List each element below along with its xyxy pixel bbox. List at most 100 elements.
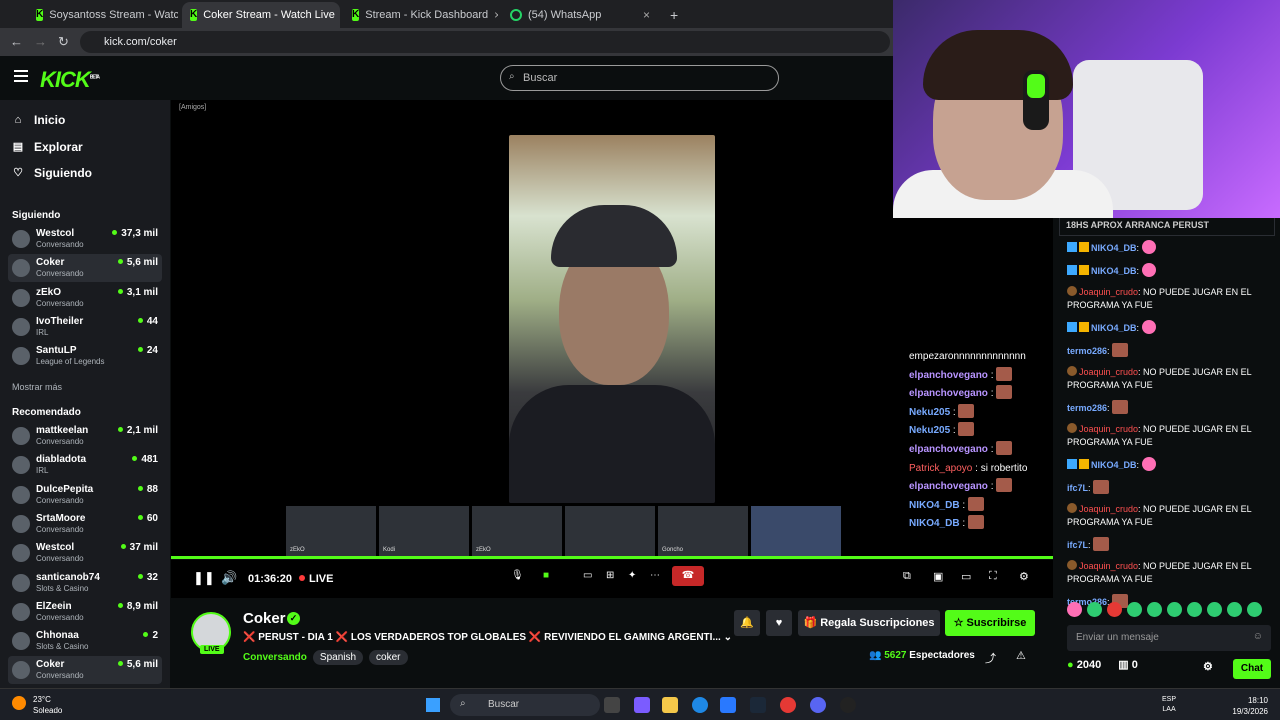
sidebar-channel-item[interactable]: zEkO Conversando 3,1 mil	[8, 284, 162, 312]
obs-icon[interactable]	[840, 697, 856, 713]
chat-input[interactable]: Enviar un mensaje ☺	[1067, 625, 1271, 651]
camera-icon[interactable]: ■	[543, 570, 549, 581]
subscribe-button[interactable]: ☆ Suscribirse	[945, 610, 1035, 636]
task-view-icon[interactable]	[604, 697, 620, 713]
sidebar-channel-item[interactable]: Coker Conversando 5,6 mil	[8, 656, 162, 685]
fullscreen-icon[interactable]: ⛶	[989, 570, 997, 583]
close-tab-icon[interactable]: ×	[494, 8, 498, 22]
sidebar-channel-item[interactable]: Chhonaa Slots & Casino 2	[8, 627, 162, 655]
sidebar-channel-item[interactable]: Westcol Conversando 37,3 mil	[8, 225, 162, 253]
chat-message[interactable]: termo286:	[1067, 343, 1277, 358]
store-icon[interactable]	[720, 697, 736, 713]
emote-icon[interactable]	[1207, 602, 1222, 617]
url-field[interactable]: kick.com/coker	[80, 31, 890, 53]
emote-icon[interactable]	[1107, 602, 1122, 617]
participant-thumb[interactable]	[565, 506, 655, 556]
steam-icon[interactable]	[750, 697, 766, 713]
participant-thumb[interactable]: Kodi	[379, 506, 469, 556]
grid-icon[interactable]: ⊞	[606, 570, 614, 581]
emote-icon[interactable]	[1247, 602, 1262, 617]
forward-icon[interactable]: →	[34, 34, 47, 49]
sidebar-channel-item[interactable]: Coker Conversando 5,6 mil	[8, 254, 162, 283]
chat-message[interactable]: NIKO4_DB:	[1067, 263, 1277, 278]
points-count[interactable]: 2040	[1077, 659, 1101, 671]
chat-settings-icon[interactable]: ⚙	[1203, 660, 1213, 673]
notification-bell-icon[interactable]: 🔔	[734, 610, 760, 636]
chat-message[interactable]: NIKO4_DB:	[1067, 240, 1277, 255]
windows-start-icon[interactable]	[426, 698, 440, 712]
chrome-icon[interactable]	[780, 697, 796, 713]
follow-heart-icon[interactable]: ♥	[766, 610, 792, 636]
participant-thumb[interactable]: zEkO	[286, 506, 376, 556]
emote-icon[interactable]	[1187, 602, 1202, 617]
nav-explorar[interactable]: ▤ Explorar	[12, 140, 83, 154]
chevron-down-icon[interactable]: ⌄	[724, 632, 732, 643]
chat-message[interactable]: ifc7L:	[1067, 480, 1277, 495]
emote-icon[interactable]	[1067, 602, 1082, 617]
participant-thumb[interactable]: zEkO	[472, 506, 562, 556]
sidebar-channel-item[interactable]: DulcePepita Conversando 88	[8, 481, 162, 509]
file-explorer-icon[interactable]	[662, 697, 678, 713]
sidebar-channel-item[interactable]: SantuLP League of Legends 24	[8, 342, 162, 370]
chat-message[interactable]: Joaquin_crudo: NO PUEDE JUGAR EN EL PROG…	[1067, 560, 1277, 586]
system-clock[interactable]: 18:10 19/3/2026	[1224, 695, 1268, 717]
chat-message[interactable]: Joaquin_crudo: NO PUEDE JUGAR EN EL PROG…	[1067, 286, 1277, 312]
tag-pill[interactable]: Spanish	[312, 650, 364, 665]
show-more-link[interactable]: Mostrar más	[12, 382, 62, 392]
sidebar-channel-item[interactable]: ElZeein Conversando 8,9 mil	[8, 598, 162, 626]
chat-message[interactable]: Joaquin_crudo: NO PUEDE JUGAR EN EL PROG…	[1067, 366, 1277, 392]
theater-icon[interactable]: ▭	[961, 570, 971, 583]
chat-message[interactable]: NIKO4_DB:	[1067, 320, 1277, 335]
sidebar-channel-item[interactable]: mattkeelan Conversando 2,1 mil	[8, 422, 162, 450]
weather-widget[interactable]: 23°C Soleado	[33, 694, 62, 716]
browser-tab[interactable]: (54) WhatsApp ×	[502, 2, 658, 28]
effects-icon[interactable]: ✦	[628, 570, 636, 581]
browser-tab[interactable]: K Stream - Kick Dashboard ×	[344, 2, 498, 28]
sidebar-channel-item[interactable]: santicanob74 Slots & Casino 32	[8, 569, 162, 597]
emote-icon[interactable]	[1167, 602, 1182, 617]
end-call-button[interactable]: ☎	[672, 566, 704, 586]
participant-thumb[interactable]: Goncho	[658, 506, 748, 556]
copilot-icon[interactable]	[634, 697, 650, 713]
emote-icon[interactable]	[1147, 602, 1162, 617]
screen-share-icon[interactable]: ▭	[583, 570, 592, 581]
new-tab-button[interactable]: +	[662, 2, 682, 28]
search-input[interactable]: ⌕ Buscar	[500, 65, 779, 91]
participant-thumb[interactable]	[751, 506, 841, 556]
chat-message[interactable]: Joaquin_crudo: NO PUEDE JUGAR EN EL PROG…	[1067, 423, 1277, 449]
gift-subs-button[interactable]: 🎁 Regala Suscripciones	[798, 610, 940, 636]
pinned-message[interactable]: 18HS APROX ARRANCA PERUST	[1059, 218, 1275, 236]
volume-icon[interactable]: 🔊	[221, 570, 237, 586]
taskbar-search[interactable]: ⌕ Buscar	[450, 694, 600, 716]
pause-icon[interactable]: ❚❚	[193, 570, 215, 586]
discord-icon[interactable]	[810, 697, 826, 713]
clip-icon[interactable]: ▣	[933, 570, 943, 583]
back-icon[interactable]: ←	[10, 34, 23, 49]
browser-tab-active[interactable]: K Coker Stream - Watch Live ×	[182, 2, 340, 28]
browser-tab[interactable]: K Soysantoss Stream - Watch Live ×	[28, 2, 178, 28]
nav-siguiendo[interactable]: ♡ Siguiendo	[12, 166, 92, 180]
channel-name[interactable]: Coker	[243, 610, 286, 627]
close-tab-icon[interactable]: ×	[643, 8, 650, 22]
chat-message[interactable]: NIKO4_DB:	[1067, 457, 1277, 472]
chat-message[interactable]: ifc7L:	[1067, 537, 1277, 552]
chat-message[interactable]: Joaquin_crudo: NO PUEDE JUGAR EN EL PROG…	[1067, 503, 1277, 529]
drops-count[interactable]: 0	[1132, 659, 1138, 671]
emote-icon[interactable]	[1227, 602, 1242, 617]
emote-icon[interactable]	[1127, 602, 1142, 617]
reload-icon[interactable]: ↻	[58, 34, 69, 50]
language-indicator[interactable]: ESP LAA	[1162, 695, 1176, 715]
progress-bar[interactable]	[171, 556, 1053, 559]
kick-logo[interactable]: KICKBETA	[40, 67, 100, 93]
chat-message[interactable]: termo286:	[1067, 400, 1277, 415]
menu-icon[interactable]	[14, 70, 28, 82]
report-icon[interactable]: ⚠	[1016, 649, 1026, 662]
emoji-icon[interactable]: ☺	[1253, 631, 1263, 642]
sidebar-channel-item[interactable]: SrtaMoore Conversando 60	[8, 510, 162, 538]
pip-icon[interactable]: ⧉	[903, 570, 911, 583]
emote-icon[interactable]	[1087, 602, 1102, 617]
edge-icon[interactable]	[692, 697, 708, 713]
share-icon[interactable]: ⤴	[985, 650, 996, 666]
category-link[interactable]: Conversando	[243, 652, 307, 663]
sidebar-channel-item[interactable]: Westcol Conversando 37 mil	[8, 539, 162, 567]
